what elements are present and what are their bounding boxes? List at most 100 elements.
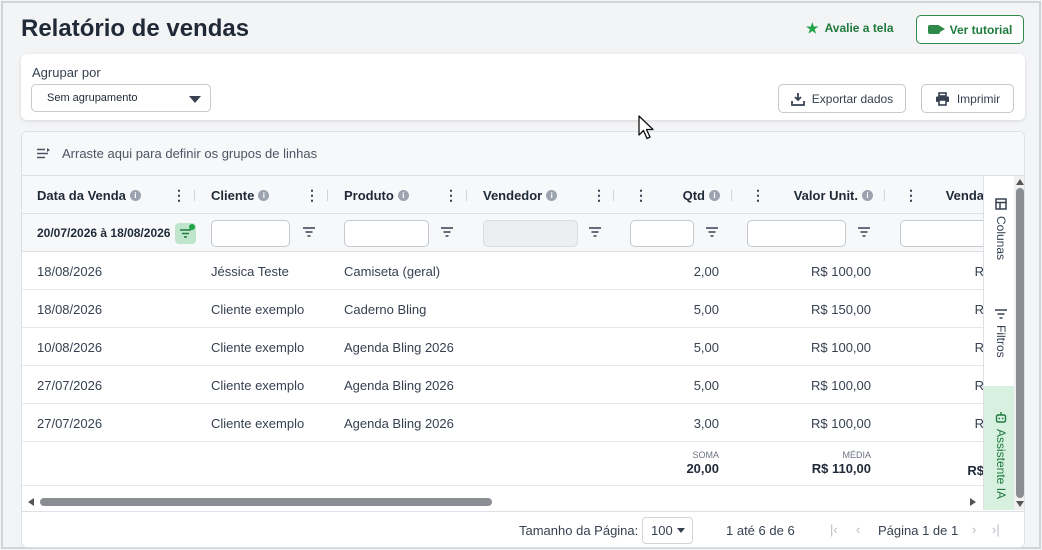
column-menu-icon[interactable]: ⋮ bbox=[172, 188, 186, 202]
cell-qty: 5,00 bbox=[693, 301, 719, 317]
table-row[interactable]: 10/08/2026 Cliente exemplo Agenda Bling … bbox=[22, 328, 984, 366]
table-row[interactable]: 18/08/2026 Jéssica Teste Camiseta (geral… bbox=[22, 252, 984, 290]
scroll-up-icon[interactable] bbox=[1016, 179, 1024, 185]
view-tutorial-button[interactable]: Ver tutorial bbox=[916, 15, 1024, 44]
unit-value-filter-input[interactable] bbox=[747, 220, 846, 247]
cell-qty: 5,00 bbox=[693, 339, 719, 355]
cell-unit-value: R$ 100,00 bbox=[811, 415, 871, 431]
column-menu-icon[interactable]: ⋮ bbox=[634, 188, 648, 202]
cell-sales: R bbox=[974, 339, 984, 355]
app-frame: Relatório de vendas ★ Avalie a tela Ver … bbox=[1, 1, 1041, 549]
cell-unit-value: R$ 150,00 bbox=[811, 301, 871, 317]
filters-panel-label: Filtros bbox=[994, 325, 1008, 358]
side-tool-panel: Colunas Filtros Assistente IA bbox=[983, 176, 1018, 510]
info-icon: i bbox=[546, 189, 558, 201]
column-header-qty-label: Qtd bbox=[682, 187, 705, 203]
table-row[interactable]: 27/07/2026 Cliente exemplo Agenda Bling … bbox=[22, 366, 984, 404]
column-separator[interactable] bbox=[466, 190, 467, 201]
ai-robot-icon bbox=[995, 412, 1007, 423]
vertical-scroll-thumb[interactable] bbox=[1016, 188, 1024, 498]
cell-date: 10/08/2026 bbox=[37, 339, 103, 355]
product-filter-input[interactable] bbox=[344, 220, 429, 247]
qty-filter-input[interactable] bbox=[630, 220, 694, 247]
row-group-drop-zone[interactable]: Arraste aqui para definir os grupos de l… bbox=[22, 132, 1024, 176]
scroll-right-icon[interactable] bbox=[970, 498, 976, 506]
page-size-select[interactable]: 100 bbox=[642, 517, 693, 544]
column-header-unit-value[interactable]: Valor Unit. i bbox=[767, 176, 873, 214]
column-separator[interactable] bbox=[194, 190, 195, 201]
filter-icon[interactable] bbox=[441, 227, 453, 237]
cell-product: Agenda Bling 2026 bbox=[344, 377, 454, 393]
next-page-icon[interactable]: › bbox=[972, 522, 976, 537]
report-toolbar: Agrupar por Sem agrupamento Exportar dad… bbox=[21, 54, 1025, 120]
cell-date: 27/07/2026 bbox=[37, 377, 103, 393]
last-page-icon[interactable]: ›| bbox=[992, 522, 1000, 537]
row-group-icon bbox=[37, 148, 50, 159]
column-header-seller[interactable]: Vendedor i bbox=[483, 176, 558, 214]
info-icon: i bbox=[862, 189, 873, 201]
client-filter-input[interactable] bbox=[211, 220, 290, 247]
column-separator[interactable] bbox=[884, 190, 885, 201]
column-menu-icon[interactable]: ⋮ bbox=[592, 188, 606, 202]
column-header-client[interactable]: Cliente i bbox=[211, 176, 270, 214]
group-by-select[interactable]: Sem agrupamento bbox=[31, 84, 211, 112]
cell-date: 18/08/2026 bbox=[37, 301, 103, 317]
chevron-down-icon bbox=[676, 528, 685, 533]
filter-icon[interactable] bbox=[706, 227, 718, 237]
cell-sales: R bbox=[974, 263, 984, 279]
filter-icon[interactable] bbox=[303, 227, 315, 237]
table-row[interactable]: 18/08/2026 Cliente exemplo Caderno Bling… bbox=[22, 290, 984, 328]
info-icon: i bbox=[709, 189, 720, 201]
prev-page-icon[interactable]: ‹ bbox=[856, 522, 860, 537]
export-data-button[interactable]: Exportar dados bbox=[778, 84, 906, 113]
rate-screen-label: Avalie a tela bbox=[824, 21, 894, 35]
group-by-label: Agrupar por bbox=[32, 65, 101, 80]
date-filter-button[interactable] bbox=[175, 223, 196, 244]
column-header-date[interactable]: Data da Venda i bbox=[37, 176, 141, 214]
column-menu-icon[interactable]: ⋮ bbox=[904, 188, 918, 202]
filters-panel-tab[interactable]: Filtros bbox=[984, 309, 1018, 358]
cell-date: 18/08/2026 bbox=[37, 263, 103, 279]
cell-unit-value: R$ 100,00 bbox=[811, 339, 871, 355]
filter-icon[interactable] bbox=[858, 227, 870, 237]
printer-icon bbox=[935, 91, 949, 106]
cell-client: Cliente exemplo bbox=[211, 301, 305, 317]
table-row[interactable]: 27/07/2026 Cliente exemplo Agenda Bling … bbox=[22, 404, 984, 442]
column-header-product[interactable]: Produto i bbox=[344, 176, 409, 214]
cell-product: Agenda Bling 2026 bbox=[344, 339, 454, 355]
column-menu-icon[interactable]: ⋮ bbox=[305, 188, 319, 202]
column-header-qty[interactable]: Qtd i bbox=[652, 176, 720, 214]
cell-unit-value: R$ 100,00 bbox=[811, 377, 871, 393]
first-page-icon[interactable]: |‹ bbox=[830, 522, 838, 537]
cell-client: Cliente exemplo bbox=[211, 339, 305, 355]
cell-unit-value: R$ 100,00 bbox=[811, 263, 871, 279]
cell-qty: 2,00 bbox=[693, 263, 719, 279]
column-menu-icon[interactable]: ⋮ bbox=[444, 188, 458, 202]
date-range-filter-value[interactable]: 20/07/2026 à 18/08/2026 bbox=[37, 214, 170, 252]
sales-filter-input[interactable] bbox=[900, 220, 990, 247]
columns-panel-tab[interactable]: Colunas bbox=[984, 198, 1018, 260]
columns-panel-label: Colunas bbox=[994, 216, 1008, 261]
column-separator[interactable] bbox=[327, 190, 328, 201]
ai-assistant-panel-tab[interactable]: Assistente IA bbox=[984, 386, 1018, 510]
column-separator[interactable] bbox=[731, 190, 732, 201]
qty-total: SOMA 20,00 bbox=[622, 450, 719, 476]
scroll-left-icon[interactable] bbox=[28, 498, 34, 506]
column-header-sales[interactable]: Venda bbox=[922, 176, 984, 214]
horizontal-scrollbar[interactable] bbox=[22, 494, 984, 510]
columns-icon bbox=[995, 198, 1007, 210]
cell-product: Camiseta (geral) bbox=[344, 263, 441, 279]
cell-client: Cliente exemplo bbox=[211, 415, 305, 431]
vertical-scrollbar[interactable] bbox=[1014, 176, 1024, 510]
rate-screen-button[interactable]: ★ Avalie a tela bbox=[806, 21, 894, 35]
filter-icon[interactable] bbox=[589, 227, 601, 237]
filter-icon bbox=[180, 229, 191, 238]
column-separator[interactable] bbox=[613, 190, 614, 201]
column-menu-icon[interactable]: ⋮ bbox=[751, 188, 765, 202]
row-group-drop-text: Arraste aqui para definir os grupos de l… bbox=[62, 146, 318, 161]
horizontal-scroll-thumb[interactable] bbox=[40, 498, 492, 506]
print-button[interactable]: Imprimir bbox=[921, 84, 1014, 113]
info-icon: i bbox=[258, 189, 270, 201]
print-label: Imprimir bbox=[956, 91, 1001, 106]
scroll-down-icon[interactable] bbox=[1016, 501, 1024, 507]
